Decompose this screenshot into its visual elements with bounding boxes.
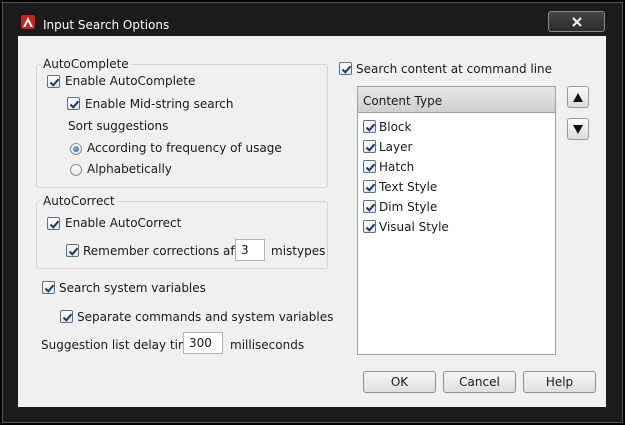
help-button[interactable]: Help bbox=[523, 371, 596, 393]
checkmark-icon bbox=[365, 203, 376, 212]
content-item-hatch-label: Hatch bbox=[379, 160, 415, 174]
checkmark-icon bbox=[69, 100, 80, 109]
sort-alphabetically-radio[interactable] bbox=[70, 164, 82, 176]
separate-commands-label: Separate commands and system variables bbox=[77, 310, 334, 324]
checkmark-icon bbox=[49, 78, 60, 87]
content-item-layer-checkbox[interactable] bbox=[363, 140, 376, 153]
checkmark-icon bbox=[49, 220, 60, 229]
autocad-logo-icon bbox=[21, 15, 35, 29]
dialog-client-area: AutoComplete Enable AutoComplete Enable … bbox=[18, 36, 606, 407]
content-type-header[interactable]: Content Type bbox=[358, 87, 555, 113]
checkmark-icon bbox=[365, 223, 376, 232]
remember-corrections-label: Remember corrections after bbox=[83, 244, 252, 258]
move-up-button[interactable] bbox=[567, 86, 589, 108]
title-bar: Input Search Options bbox=[3, 3, 622, 35]
delay-time-label: Suggestion list delay time bbox=[41, 338, 198, 352]
search-system-variables-checkbox[interactable] bbox=[42, 281, 55, 294]
enable-midstring-checkbox[interactable] bbox=[67, 97, 80, 110]
enable-autocorrect-label: Enable AutoCorrect bbox=[65, 216, 182, 230]
content-item-visual-style-label: Visual Style bbox=[379, 220, 449, 234]
checkmark-icon bbox=[365, 163, 376, 172]
enable-autocomplete-checkbox[interactable] bbox=[47, 75, 60, 88]
cancel-button[interactable]: Cancel bbox=[443, 371, 516, 393]
search-system-variables-label: Search system variables bbox=[59, 281, 206, 295]
autocomplete-group-title: AutoComplete bbox=[41, 57, 131, 71]
content-item-visual-style-checkbox[interactable] bbox=[363, 220, 376, 233]
remember-corrections-input[interactable] bbox=[235, 239, 265, 261]
close-button[interactable] bbox=[548, 11, 605, 32]
sort-frequency-radio[interactable] bbox=[70, 143, 82, 155]
content-item-text-style-label: Text Style bbox=[379, 180, 438, 194]
sort-suggestions-label: Sort suggestions bbox=[68, 119, 169, 133]
content-item-layer-label: Layer bbox=[379, 140, 413, 154]
content-item-block-label: Block bbox=[379, 120, 412, 134]
content-item-text-style-checkbox[interactable] bbox=[363, 180, 376, 193]
checkmark-icon bbox=[341, 65, 352, 74]
sort-frequency-label: According to frequency of usage bbox=[87, 141, 282, 155]
separate-commands-checkbox[interactable] bbox=[60, 310, 73, 323]
arrow-down-icon bbox=[573, 125, 583, 134]
move-down-button[interactable] bbox=[567, 118, 589, 140]
content-item-hatch-checkbox[interactable] bbox=[363, 160, 376, 173]
checkmark-icon bbox=[44, 284, 55, 293]
close-icon bbox=[572, 17, 582, 27]
ok-button[interactable]: OK bbox=[363, 371, 436, 393]
checkmark-icon bbox=[62, 313, 73, 322]
checkmark-icon bbox=[68, 247, 79, 256]
enable-autocomplete-label: Enable AutoComplete bbox=[65, 74, 196, 88]
sort-alphabetically-label: Alphabetically bbox=[87, 162, 172, 176]
checkmark-icon bbox=[365, 143, 376, 152]
window-title: Input Search Options bbox=[43, 18, 170, 32]
content-item-dim-style-checkbox[interactable] bbox=[363, 200, 376, 213]
arrow-up-icon bbox=[573, 93, 583, 102]
content-item-block-checkbox[interactable] bbox=[363, 120, 376, 133]
remember-corrections-checkbox[interactable] bbox=[66, 244, 79, 257]
content-type-list[interactable]: Content Type Block Layer Hatch Text Styl… bbox=[357, 86, 556, 355]
checkmark-icon bbox=[365, 123, 376, 132]
autocorrect-group bbox=[36, 201, 328, 269]
checkmark-icon bbox=[365, 183, 376, 192]
content-item-dim-style-label: Dim Style bbox=[379, 200, 438, 214]
search-content-checkbox[interactable] bbox=[339, 62, 352, 75]
milliseconds-label: milliseconds bbox=[230, 338, 305, 352]
enable-midstring-label: Enable Mid-string search bbox=[85, 97, 234, 111]
enable-autocorrect-checkbox[interactable] bbox=[47, 217, 60, 230]
search-content-label: Search content at command line bbox=[356, 62, 553, 76]
mistypes-label: mistypes bbox=[271, 244, 326, 258]
autocorrect-group-title: AutoCorrect bbox=[41, 194, 117, 208]
dialog-window: Input Search Options AutoComplete Enable… bbox=[2, 2, 623, 423]
content-type-header-label: Content Type bbox=[363, 94, 443, 108]
delay-time-input[interactable] bbox=[183, 332, 223, 354]
